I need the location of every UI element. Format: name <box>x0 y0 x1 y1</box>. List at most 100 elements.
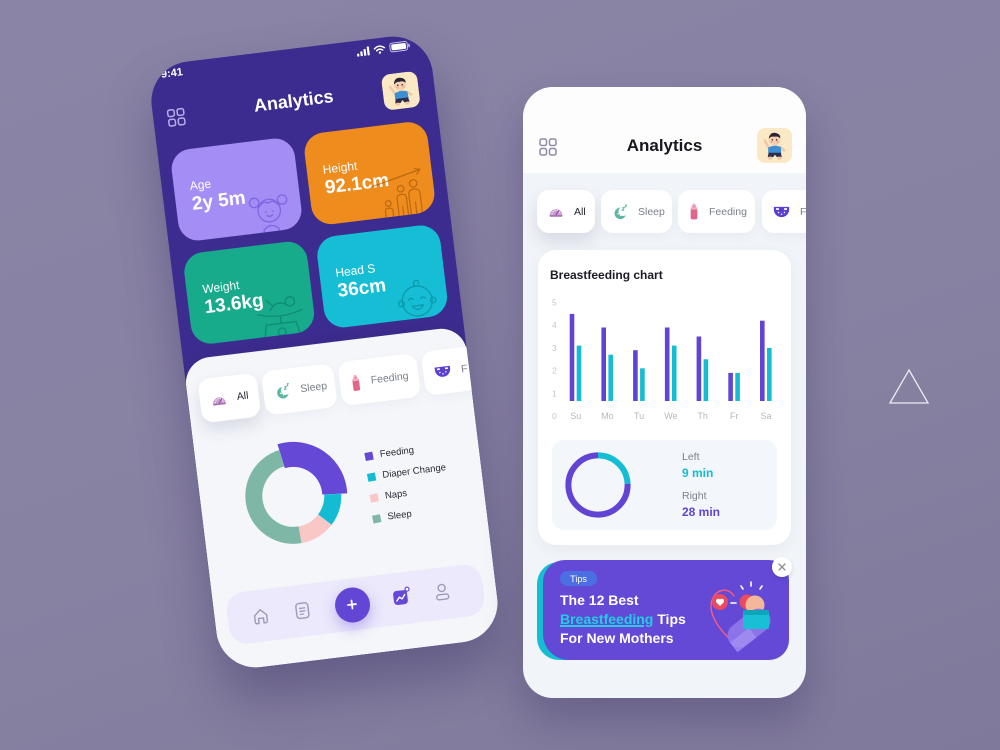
donut-segment-naps <box>298 514 332 544</box>
tips-title-line-2: Breastfeeding Tips <box>560 611 686 627</box>
tips-highlight-link[interactable]: Breastfeeding <box>560 611 653 627</box>
chip-label: Sleep <box>638 205 665 218</box>
diaper-icon <box>773 205 790 219</box>
stat-card-height[interactable]: Height 92.1cm <box>302 119 437 227</box>
growth-icon <box>372 168 424 222</box>
dashboard-icon <box>210 392 227 407</box>
x-tick-label: We <box>664 411 677 421</box>
chip-label: All <box>236 389 250 403</box>
bar-mo-series-1 <box>601 327 606 401</box>
plus-icon <box>345 598 358 611</box>
notes-icon[interactable] <box>291 599 313 621</box>
left-side-label: Left <box>682 451 700 463</box>
home-icon[interactable] <box>250 605 272 627</box>
x-tick-label: Th <box>697 411 708 421</box>
baby-avatar[interactable] <box>381 71 421 111</box>
girl-face-icon <box>248 194 288 239</box>
filter-chip-diaper[interactable]: Fe <box>762 190 806 233</box>
chip-label: All <box>574 205 586 218</box>
donut-segment-left <box>597 452 631 485</box>
bottom-nav <box>224 562 487 646</box>
bottle-icon <box>350 373 362 391</box>
x-tick-label: Tu <box>634 411 644 421</box>
phone-breastfeeding: Analytics All Sleep Feeding Fe Breastfee… <box>523 87 806 698</box>
baby-scale-icon <box>256 296 303 343</box>
legend-item-naps: Naps <box>369 488 408 503</box>
filter-chip-all[interactable]: All <box>537 190 595 233</box>
filter-chip-feeding[interactable]: Feeding <box>337 352 422 407</box>
filter-chip-sleep[interactable]: Sleep <box>601 190 672 233</box>
y-tick-label: 0 <box>552 411 557 421</box>
legend-item-diaper-change: Diaper Change <box>366 462 447 483</box>
feeding-summary-panel: Left 9 min Right 28 min <box>552 440 777 530</box>
y-tick-label: 5 <box>552 298 557 308</box>
moon-icon <box>274 382 292 400</box>
signal-icon <box>356 45 370 57</box>
canvas: 9:41 Analytics Age 2y 5m Height 92.1cm W… <box>0 0 1000 750</box>
phone-dashboard: 9:41 Analytics Age 2y 5m Height 92.1cm W… <box>146 32 503 672</box>
tips-banner[interactable]: Tips The 12 Best Breastfeeding Tips For … <box>543 560 789 660</box>
diaper-icon <box>433 364 452 380</box>
bar-fr-series-2 <box>735 372 740 401</box>
x-tick-label: Mo <box>601 411 614 421</box>
filter-chip-feeding[interactable]: Feeding <box>678 190 755 233</box>
bar-we-series-1 <box>664 327 670 401</box>
bar-th-series-2 <box>703 359 709 402</box>
bar-we-series-2 <box>671 345 677 401</box>
legend-item-sleep: Sleep <box>371 509 412 525</box>
baby-avatar[interactable] <box>757 128 792 163</box>
x-tick-label: Fr <box>730 411 739 421</box>
bar-mo-series-2 <box>608 354 613 401</box>
donut-segment-diaper-change <box>317 493 342 525</box>
stat-card-weight[interactable]: Weight 13.6kg <box>182 239 317 346</box>
breastfeeding-bar-chart: 0 1 2 3 4 5 Su Mo Tu We Th Fr Sa <box>552 298 772 421</box>
legend-marker <box>371 513 382 524</box>
bar-su-series-2 <box>576 345 582 401</box>
donut-segment-sleep <box>245 449 302 544</box>
filter-chip-all[interactable]: All <box>197 372 262 424</box>
filter-chip-diaper[interactable]: F <box>420 342 503 396</box>
y-tick-label: 1 <box>552 388 557 398</box>
bottle-icon <box>689 203 699 220</box>
bar-sa-series-1 <box>760 320 765 401</box>
chip-label: Feeding <box>709 205 747 218</box>
moon-icon <box>612 204 628 220</box>
chip-label: Feeding <box>370 369 410 387</box>
legend-marker <box>369 492 379 503</box>
bar-th-series-1 <box>696 336 702 401</box>
bar-tu-series-2 <box>640 368 645 401</box>
donut-segment-feeding <box>277 441 348 496</box>
legend-marker <box>366 472 377 482</box>
stat-card-age[interactable]: Age 2y 5m <box>169 136 304 243</box>
legend-label: Feeding <box>379 444 415 460</box>
chip-label: F <box>460 362 469 376</box>
tips-title-rest: Tips <box>657 611 686 627</box>
y-tick-label: 4 <box>552 320 557 330</box>
activity-donut-chart <box>245 441 348 544</box>
analytics-icon[interactable] <box>390 585 412 607</box>
tips-tag-label: Tips <box>570 573 587 584</box>
tips-title-line-3: For New Mothers <box>560 630 674 646</box>
bar-tu-series-1 <box>633 350 638 401</box>
legend-label: Naps <box>384 488 408 502</box>
close-tips-button[interactable] <box>772 557 792 577</box>
x-tick-label: Su <box>570 411 581 421</box>
left-side-value: 9 min <box>682 466 714 480</box>
right-side-label: Right <box>682 490 707 502</box>
activity-panel: All Sleep Feeding F Feeding Diaper Chang… <box>182 325 503 672</box>
wifi-icon <box>373 44 386 54</box>
legend-item-feeding: Feeding <box>364 444 415 462</box>
status-icons <box>356 40 411 57</box>
profile-icon[interactable] <box>431 580 453 602</box>
bar-fr-series-1 <box>728 372 733 401</box>
close-icon <box>777 562 787 572</box>
right-side-value: 28 min <box>682 505 721 519</box>
dashboard-icon <box>548 205 564 218</box>
legend-label: Diaper Change <box>381 462 447 481</box>
filter-chip-sleep[interactable]: Sleep <box>260 363 338 416</box>
chip-label: Fe <box>800 205 806 218</box>
stat-card-head-size[interactable]: Head S 36cm <box>315 223 450 330</box>
left-right-donut-chart <box>565 452 631 518</box>
add-button[interactable] <box>332 585 372 625</box>
bar-sa-series-2 <box>767 347 772 401</box>
